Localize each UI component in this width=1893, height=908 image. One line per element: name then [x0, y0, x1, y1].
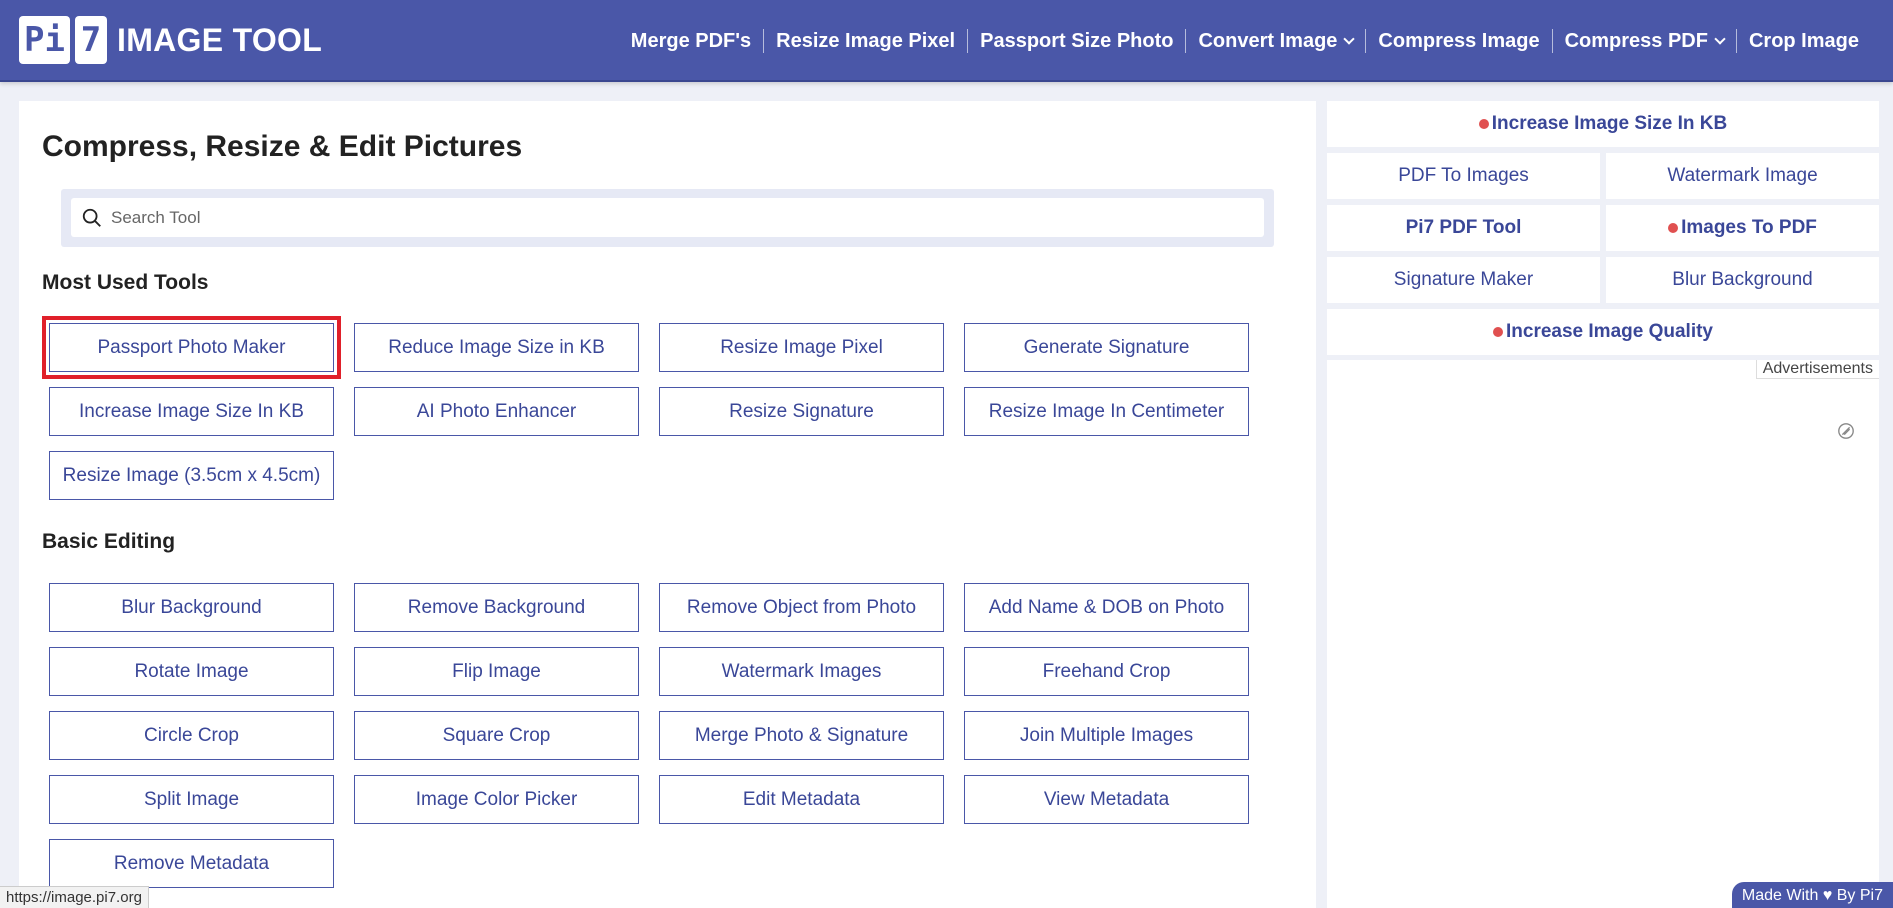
tool-resize-signature[interactable]: Resize Signature [659, 387, 944, 436]
tool-increase-image-size-kb[interactable]: Increase Image Size In KB [49, 387, 334, 436]
site-logo[interactable]: Pi 7 IMAGE TOOL [19, 16, 322, 64]
basic-editing-title: Basic Editing [42, 530, 176, 553]
chevron-down-icon [1714, 32, 1726, 45]
sidebar-watermark-image[interactable]: Watermark Image [1606, 153, 1879, 199]
search-container [61, 189, 1274, 247]
sidebar-pi7-pdf-tool[interactable]: Pi7 PDF Tool [1327, 205, 1600, 251]
sidebar: Increase Image Size In KB PDF To Images … [1327, 101, 1879, 361]
tool-view-metadata[interactable]: View Metadata [964, 775, 1249, 824]
nav-compress-image[interactable]: Compress Image [1365, 29, 1551, 53]
sidebar-signature-maker[interactable]: Signature Maker [1327, 257, 1600, 303]
tool-watermark-images[interactable]: Watermark Images [659, 647, 944, 696]
nav-passport-size-photo[interactable]: Passport Size Photo [967, 29, 1185, 53]
main-nav: Merge PDF's Resize Image Pixel Passport … [619, 24, 1871, 58]
tool-passport-photo-maker[interactable]: Passport Photo Maker [42, 316, 341, 379]
search-icon [82, 208, 101, 227]
tool-edit-metadata[interactable]: Edit Metadata [659, 775, 944, 824]
tool-split-image[interactable]: Split Image [49, 775, 334, 824]
main-panel: Compress, Resize & Edit Pictures Most Us… [19, 101, 1316, 908]
nav-compress-pdf[interactable]: Compress PDF [1551, 29, 1736, 53]
nav-resize-image-pixel[interactable]: Resize Image Pixel [763, 29, 967, 53]
red-dot-icon [1493, 327, 1503, 337]
tool-remove-background[interactable]: Remove Background [354, 583, 639, 632]
tool-resize-image-3-5x4-5[interactable]: Resize Image (3.5cm x 4.5cm) [49, 451, 334, 500]
most-used-title: Most Used Tools [42, 271, 209, 294]
tool-square-crop[interactable]: Square Crop [354, 711, 639, 760]
tool-join-multiple-images[interactable]: Join Multiple Images [964, 711, 1249, 760]
tool-freehand-crop[interactable]: Freehand Crop [964, 647, 1249, 696]
tool-add-name-dob[interactable]: Add Name & DOB on Photo [964, 583, 1249, 632]
sidebar-row: Signature Maker Blur Background [1327, 257, 1879, 303]
sidebar-row: Pi7 PDF Tool Images To PDF [1327, 205, 1879, 251]
top-navbar: Pi 7 IMAGE TOOL Merge PDF's Resize Image… [0, 0, 1893, 82]
ad-area: Advertisements [1327, 360, 1879, 908]
red-dot-icon [1478, 119, 1489, 129]
search-input[interactable] [111, 207, 1211, 228]
tool-blur-background[interactable]: Blur Background [49, 583, 334, 632]
chevron-down-icon [1343, 32, 1356, 45]
sidebar-row: PDF To Images Watermark Image [1327, 153, 1879, 199]
tool-resize-image-pixel[interactable]: Resize Image Pixel [659, 323, 944, 372]
tool-reduce-image-size-kb[interactable]: Reduce Image Size in KB [354, 323, 639, 372]
basic-editing-grid: Blur Background Remove Background Remove… [49, 583, 1249, 888]
tool-remove-object[interactable]: Remove Object from Photo [659, 583, 944, 632]
nav-convert-image[interactable]: Convert Image [1185, 29, 1365, 53]
sidebar-pdf-to-images[interactable]: PDF To Images [1327, 153, 1600, 199]
logo-box-pi: Pi [19, 16, 70, 64]
sidebar-blur-background[interactable]: Blur Background [1606, 257, 1879, 303]
status-bar-url: https://image.pi7.org [0, 886, 149, 908]
tool-circle-crop[interactable]: Circle Crop [49, 711, 334, 760]
tool-resize-image-centimeter[interactable]: Resize Image In Centimeter [964, 387, 1249, 436]
tool-flip-image[interactable]: Flip Image [354, 647, 639, 696]
sidebar-increase-image-quality[interactable]: Increase Image Quality [1327, 309, 1879, 355]
tool-merge-photo-signature[interactable]: Merge Photo & Signature [659, 711, 944, 760]
sidebar-increase-image-size-kb[interactable]: Increase Image Size In KB [1327, 101, 1879, 147]
made-with-badge[interactable]: Made With ♥ By Pi7 [1731, 882, 1893, 908]
ad-label: Advertisements [1755, 360, 1879, 379]
tool-remove-metadata[interactable]: Remove Metadata [49, 839, 334, 888]
most-used-grid: Passport Photo Maker Reduce Image Size i… [42, 316, 1249, 500]
logo-box-7: 7 [75, 16, 107, 64]
tool-image-color-picker[interactable]: Image Color Picker [354, 775, 639, 824]
page-title: Compress, Resize & Edit Pictures [42, 130, 523, 163]
search-box[interactable] [71, 198, 1264, 237]
red-dot-icon [1668, 223, 1679, 233]
tool-generate-signature[interactable]: Generate Signature [964, 323, 1249, 372]
nav-merge-pdfs[interactable]: Merge PDF's [619, 29, 763, 53]
ad-close-icon[interactable] [1837, 422, 1855, 440]
logo-text: IMAGE TOOL [117, 21, 323, 58]
sidebar-images-to-pdf[interactable]: Images To PDF [1606, 205, 1879, 251]
nav-crop-image[interactable]: Crop Image [1735, 29, 1871, 53]
tool-rotate-image[interactable]: Rotate Image [49, 647, 334, 696]
tool-ai-photo-enhancer[interactable]: AI Photo Enhancer [354, 387, 639, 436]
